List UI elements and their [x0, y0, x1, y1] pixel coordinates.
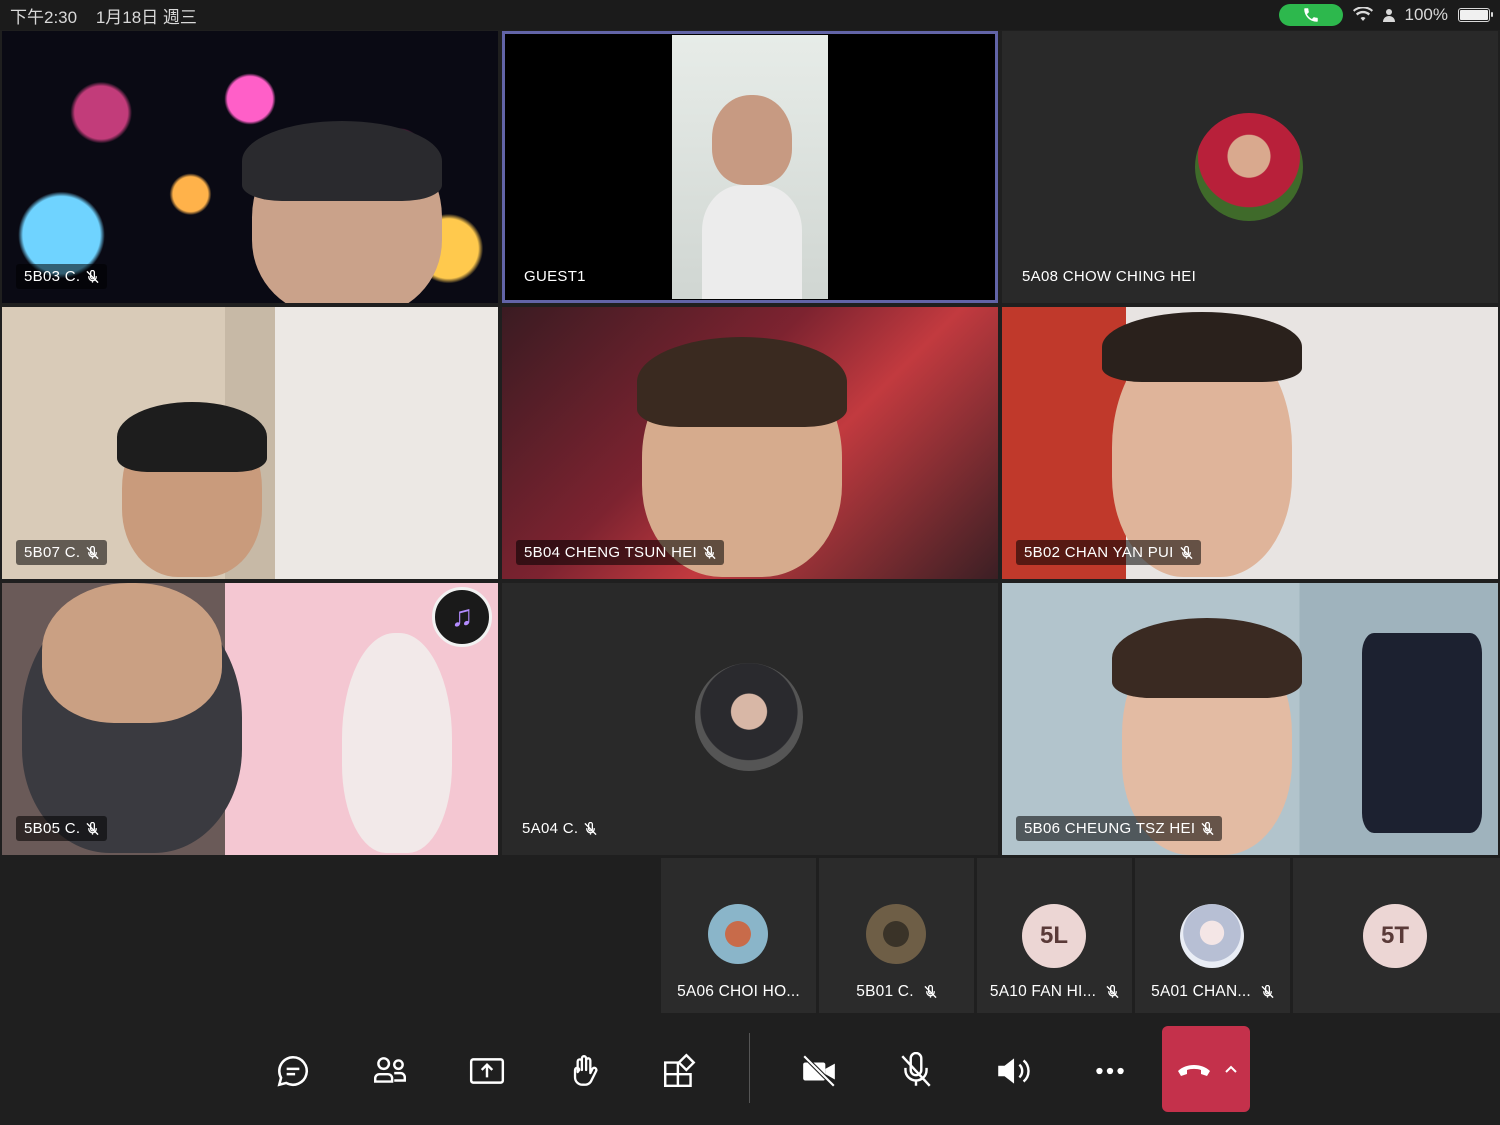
participant-label: 5A01 CHAN...: [1135, 983, 1290, 1001]
video-tile-5a08[interactable]: 5A08 CHOW CHING HEI: [1002, 31, 1498, 303]
participant-name: 5B02 CHAN YAN PUI: [1024, 544, 1174, 561]
participant-video: [672, 35, 828, 299]
chevron-up-icon[interactable]: [1224, 1064, 1238, 1074]
mic-off-icon: [584, 821, 597, 835]
wifi-icon: [1352, 7, 1373, 21]
participant-hair: [242, 121, 442, 201]
mic-off-icon: [1261, 985, 1274, 999]
participant-label: 5B01 C.: [819, 983, 974, 1001]
participant-name: 5B04 CHENG TSUN HEI: [524, 544, 697, 561]
avatar: [708, 904, 768, 964]
mic-off-icon: [86, 269, 99, 283]
status-time: 下午2:30: [10, 7, 78, 27]
raise-hand-button[interactable]: [556, 1043, 612, 1099]
participant-label: 5B03 C.: [16, 264, 108, 289]
camera-off-icon: [802, 1054, 836, 1088]
strip-participant-5t[interactable]: 5T: [1293, 858, 1500, 1013]
participant-name: 5B06 CHEUNG TSZ HEI: [1024, 820, 1196, 837]
strip-participant-5b01[interactable]: 5B01 C.: [819, 858, 974, 1013]
call-toolbar: [0, 1013, 1500, 1125]
battery-icon: [1458, 8, 1493, 22]
participant-name: 5A08 CHOW CHING HEI: [1022, 268, 1197, 285]
strip-participant-5a01[interactable]: 5A01 CHAN...: [1135, 858, 1290, 1013]
mic-off-icon: [86, 821, 99, 835]
speaker-button[interactable]: [985, 1043, 1041, 1099]
mic-off-icon: [1201, 821, 1214, 835]
mic-off-icon: [86, 545, 99, 559]
video-tile-guest1[interactable]: GUEST1: [502, 31, 998, 303]
camera-toggle-button[interactable]: [791, 1043, 847, 1099]
participant-name: 5A06 CHOI HO...: [677, 983, 800, 1000]
participant-label: 5B02 CHAN YAN PUI: [1016, 540, 1201, 565]
music-icon: ♫: [432, 587, 492, 647]
mic-toggle-button[interactable]: [888, 1043, 944, 1099]
avatar: [1180, 904, 1244, 968]
person-icon: [1382, 9, 1395, 22]
participant-name: 5B05 C.: [24, 820, 81, 837]
avatar-initials: 5L: [1022, 904, 1086, 968]
avatar: [695, 663, 803, 771]
battery-percent: 100%: [1404, 5, 1448, 24]
video-tile-5b06[interactable]: 5B06 CHEUNG TSZ HEI: [1002, 583, 1498, 855]
participant-label: 5A10 FAN HI...: [977, 983, 1132, 1001]
more-icon: [1096, 1067, 1124, 1075]
raise-hand-icon: [573, 1055, 598, 1086]
more-options-button[interactable]: [1082, 1043, 1138, 1099]
video-tile-5b02[interactable]: 5B02 CHAN YAN PUI: [1002, 307, 1498, 579]
participant-label: 5B07 C.: [16, 540, 108, 565]
phone-icon: [1303, 8, 1318, 22]
mic-off-icon: [924, 985, 937, 999]
toolbar-divider: [749, 1033, 750, 1103]
video-tile-5b07[interactable]: 5B07 C.: [2, 307, 498, 579]
participant-label: 5A06 CHOI HO...: [661, 983, 816, 1001]
participant-name: 5B07 C.: [24, 544, 81, 561]
chat-button[interactable]: [265, 1043, 321, 1099]
strip-participant-5a06[interactable]: 5A06 CHOI HO...: [661, 858, 816, 1013]
share-button[interactable]: [459, 1043, 515, 1099]
participant-label: GUEST1: [516, 264, 594, 289]
participants-button[interactable]: [362, 1043, 418, 1099]
participant-name: 5A04 C.: [522, 820, 579, 837]
mic-off-icon: [1180, 545, 1193, 559]
participant-name: 5B03 C.: [24, 268, 81, 285]
participant-label: 5B06 CHEUNG TSZ HEI: [1016, 816, 1223, 841]
avatar-initials: 5T: [1363, 904, 1427, 968]
mic-off-icon: [1106, 985, 1119, 999]
participant-name: 5B01 C.: [856, 983, 914, 1000]
video-tile-5b03[interactable]: 5B03 C.: [2, 31, 498, 303]
participant-name: GUEST1: [524, 268, 586, 285]
status-bar: 下午2:30 1月18日 週三 100%: [0, 0, 1500, 30]
participant-name: 5A10 FAN HI...: [989, 983, 1097, 1000]
avatar: [1195, 113, 1303, 221]
status-date: 1月18日 週三: [95, 7, 197, 27]
apps-button[interactable]: [652, 1043, 708, 1099]
hang-up-icon: [1178, 1065, 1210, 1076]
mic-off-icon: [901, 1052, 931, 1087]
share-icon: [469, 1058, 505, 1084]
participant-label: 5B04 CHENG TSUN HEI: [516, 540, 724, 565]
video-tile-5b05[interactable]: ♫ 5B05 C.: [2, 583, 498, 855]
active-call-pill[interactable]: [1278, 4, 1343, 26]
chat-icon: [277, 1056, 308, 1087]
strip-participant-5a10[interactable]: 5L 5A10 FAN HI...: [977, 858, 1132, 1013]
participant-label: 5A04 C.: [516, 816, 605, 841]
speaker-icon: [998, 1058, 1030, 1084]
people-icon: [374, 1057, 406, 1083]
mic-off-icon: [703, 545, 716, 559]
video-tile-5b04[interactable]: 5B04 CHENG TSUN HEI: [502, 307, 998, 579]
apps-icon: [664, 1053, 696, 1087]
participant-label: 5A08 CHOW CHING HEI: [1016, 264, 1204, 289]
participant-name: 5A01 CHAN...: [1151, 983, 1251, 1000]
hang-up-button[interactable]: [1162, 1026, 1250, 1112]
avatar: [866, 904, 926, 964]
participant-label: 5B05 C.: [16, 816, 108, 841]
video-tile-5a04[interactable]: 5A04 C.: [502, 583, 998, 855]
